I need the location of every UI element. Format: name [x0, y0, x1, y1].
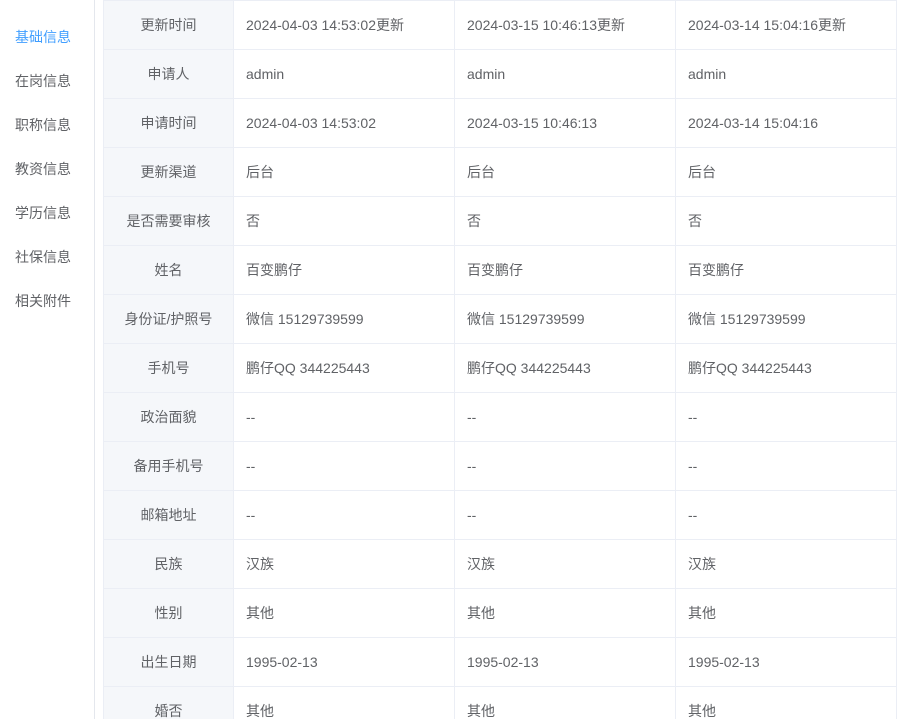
table-row: 邮箱地址------: [104, 491, 897, 540]
row-value: 鹏仔QQ 344225443: [455, 344, 676, 393]
row-label: 是否需要审核: [104, 197, 234, 246]
row-value: 后台: [455, 148, 676, 197]
table-row: 政治面貌------: [104, 393, 897, 442]
row-label: 更新时间: [104, 1, 234, 50]
row-value: 2024-04-03 14:53:02: [234, 99, 455, 148]
row-value: 百变鹏仔: [234, 246, 455, 295]
row-label: 政治面貌: [104, 393, 234, 442]
row-label: 备用手机号: [104, 442, 234, 491]
table-row: 民族汉族汉族汉族: [104, 540, 897, 589]
row-label: 邮箱地址: [104, 491, 234, 540]
row-value: admin: [676, 50, 897, 99]
row-value: 否: [676, 197, 897, 246]
row-label: 婚否: [104, 687, 234, 719]
row-value: 否: [455, 197, 676, 246]
row-value: 后台: [234, 148, 455, 197]
row-value: admin: [234, 50, 455, 99]
row-value: 其他: [455, 589, 676, 638]
table-row: 身份证/护照号微信 15129739599微信 15129739599微信 15…: [104, 295, 897, 344]
app-container: 基础信息 在岗信息 职称信息 教资信息 学历信息 社保信息 相关附件 更新时间2…: [0, 0, 905, 719]
row-value: --: [234, 393, 455, 442]
row-value: 鹏仔QQ 344225443: [234, 344, 455, 393]
table-row: 备用手机号------: [104, 442, 897, 491]
row-value: 其他: [234, 687, 455, 719]
row-value: 1995-02-13: [455, 638, 676, 687]
table-row: 性别其他其他其他: [104, 589, 897, 638]
row-value: 2024-03-15 10:46:13更新: [455, 1, 676, 50]
row-value: --: [234, 491, 455, 540]
row-label: 申请人: [104, 50, 234, 99]
row-value: 其他: [455, 687, 676, 719]
row-value: 汉族: [234, 540, 455, 589]
sidebar-item-education-info[interactable]: 学历信息: [0, 191, 94, 235]
row-value: 微信 15129739599: [676, 295, 897, 344]
table-row: 手机号鹏仔QQ 344225443鹏仔QQ 344225443鹏仔QQ 3442…: [104, 344, 897, 393]
table-row: 申请人adminadminadmin: [104, 50, 897, 99]
sidebar-item-title-info[interactable]: 职称信息: [0, 103, 94, 147]
sidebar-nav: 基础信息 在岗信息 职称信息 教资信息 学历信息 社保信息 相关附件: [0, 0, 95, 719]
row-value: 其他: [234, 589, 455, 638]
row-value: --: [676, 393, 897, 442]
table-row: 婚否其他其他其他: [104, 687, 897, 719]
sidebar-item-job-info[interactable]: 在岗信息: [0, 59, 94, 103]
row-value: admin: [455, 50, 676, 99]
sidebar-item-social-security-info[interactable]: 社保信息: [0, 235, 94, 279]
row-label: 出生日期: [104, 638, 234, 687]
row-value: 后台: [676, 148, 897, 197]
row-value: 百变鹏仔: [455, 246, 676, 295]
row-value: 微信 15129739599: [234, 295, 455, 344]
sidebar-item-basic-info[interactable]: 基础信息: [0, 15, 94, 59]
row-label: 身份证/护照号: [104, 295, 234, 344]
row-label: 更新渠道: [104, 148, 234, 197]
sidebar-item-teaching-info[interactable]: 教资信息: [0, 147, 94, 191]
info-table: 更新时间2024-04-03 14:53:02更新2024-03-15 10:4…: [103, 0, 897, 719]
row-value: 微信 15129739599: [455, 295, 676, 344]
row-value: 汉族: [455, 540, 676, 589]
row-value: --: [676, 442, 897, 491]
row-value: 2024-03-15 10:46:13: [455, 99, 676, 148]
row-value: 2024-03-14 15:04:16更新: [676, 1, 897, 50]
row-value: 百变鹏仔: [676, 246, 897, 295]
row-value: --: [455, 491, 676, 540]
row-label: 性别: [104, 589, 234, 638]
row-value: 1995-02-13: [234, 638, 455, 687]
main-content[interactable]: 更新时间2024-04-03 14:53:02更新2024-03-15 10:4…: [95, 0, 905, 719]
row-value: --: [234, 442, 455, 491]
row-value: 2024-03-14 15:04:16: [676, 99, 897, 148]
row-value: 鹏仔QQ 344225443: [676, 344, 897, 393]
row-value: 汉族: [676, 540, 897, 589]
table-row: 更新渠道后台后台后台: [104, 148, 897, 197]
row-label: 民族: [104, 540, 234, 589]
table-row: 姓名百变鹏仔百变鹏仔百变鹏仔: [104, 246, 897, 295]
row-value: --: [455, 442, 676, 491]
table-row: 申请时间2024-04-03 14:53:022024-03-15 10:46:…: [104, 99, 897, 148]
row-value: --: [676, 491, 897, 540]
row-value: --: [455, 393, 676, 442]
sidebar-item-attachments[interactable]: 相关附件: [0, 279, 94, 323]
table-row: 是否需要审核否否否: [104, 197, 897, 246]
table-row: 出生日期1995-02-131995-02-131995-02-13: [104, 638, 897, 687]
row-value: 2024-04-03 14:53:02更新: [234, 1, 455, 50]
table-row: 更新时间2024-04-03 14:53:02更新2024-03-15 10:4…: [104, 1, 897, 50]
row-value: 1995-02-13: [676, 638, 897, 687]
row-label: 手机号: [104, 344, 234, 393]
row-value: 其他: [676, 687, 897, 719]
row-value: 否: [234, 197, 455, 246]
row-label: 申请时间: [104, 99, 234, 148]
row-value: 其他: [676, 589, 897, 638]
row-label: 姓名: [104, 246, 234, 295]
